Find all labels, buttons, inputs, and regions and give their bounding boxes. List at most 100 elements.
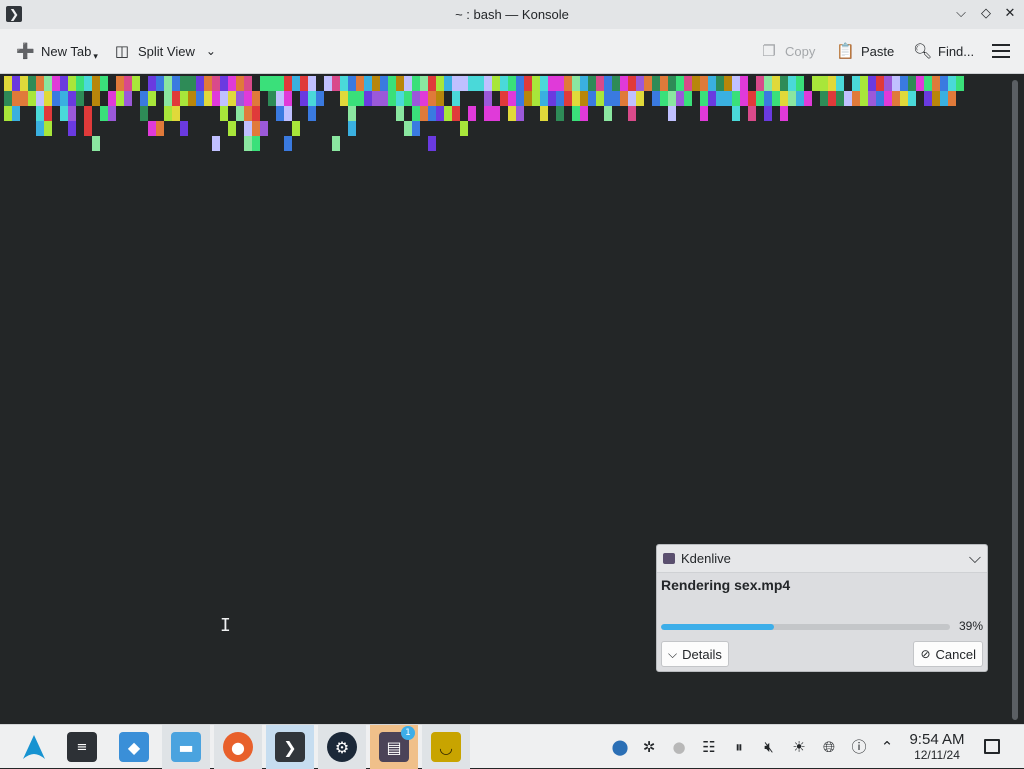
glitch-block bbox=[892, 91, 900, 106]
glitch-block bbox=[636, 91, 644, 106]
taskbar-kdenlive[interactable]: ▤ 1 bbox=[370, 725, 418, 769]
taskbar: ≡ ◆ ▬ ● ❯ ⚙ ▤ 1 ◡ ⬤ ✲ ● ☷ ⏸ 🔇︎ ☀ 🌐︎ ⓘ ⌃ … bbox=[0, 724, 1024, 769]
glitch-block bbox=[180, 121, 188, 136]
updates-icon[interactable]: ⬤ bbox=[610, 737, 630, 757]
glitch-block bbox=[540, 106, 548, 121]
glitch-block bbox=[412, 91, 420, 106]
glitch-block bbox=[428, 106, 436, 121]
find-button[interactable]: 🔍︎ Find... bbox=[913, 39, 974, 63]
details-button[interactable]: ⌵ Details bbox=[661, 641, 729, 667]
glitch-block bbox=[324, 76, 332, 91]
glitch-block bbox=[684, 76, 692, 91]
glitch-block bbox=[212, 91, 220, 106]
taskbar-dolphin[interactable]: ▬ bbox=[162, 725, 210, 769]
taskbar-steam[interactable]: ⚙ bbox=[318, 725, 366, 769]
glitch-block bbox=[508, 76, 516, 91]
glitch-block bbox=[404, 76, 412, 91]
glitch-block bbox=[220, 76, 228, 91]
glitch-block bbox=[444, 76, 452, 91]
glitch-block bbox=[764, 91, 772, 106]
show-desktop-icon[interactable] bbox=[984, 739, 1000, 754]
media-pause-icon[interactable]: ⏸ bbox=[729, 737, 749, 757]
glitch-block bbox=[556, 106, 564, 121]
glitch-block bbox=[836, 76, 844, 91]
glitch-block bbox=[748, 106, 756, 121]
glitch-block bbox=[252, 121, 260, 136]
glitch-block bbox=[244, 76, 252, 91]
glitch-block bbox=[420, 76, 428, 91]
glitch-block bbox=[420, 91, 428, 106]
taskbar-discover[interactable]: ◆ bbox=[110, 725, 158, 769]
settings-sliders-icon: ≡ bbox=[67, 732, 97, 762]
glitch-block bbox=[588, 91, 596, 106]
glitch-block bbox=[788, 76, 796, 91]
cancel-button[interactable]: ⊘ Cancel bbox=[913, 641, 983, 667]
glitch-block bbox=[628, 76, 636, 91]
taskbar-konsole[interactable]: ❯ bbox=[266, 725, 314, 769]
glitch-block bbox=[676, 91, 684, 106]
split-view-button[interactable]: ◫ Split View ⌄ bbox=[113, 39, 216, 63]
glitch-block bbox=[572, 91, 580, 106]
glitch-block bbox=[956, 76, 964, 91]
glitch-block bbox=[292, 121, 300, 136]
glitch-block bbox=[404, 121, 412, 136]
taskbar-system-settings[interactable]: ≡ bbox=[58, 725, 106, 769]
glitch-block bbox=[188, 76, 196, 91]
glitch-block bbox=[452, 106, 460, 121]
glitch-block bbox=[876, 76, 884, 91]
glitch-block bbox=[860, 76, 868, 91]
glitch-block bbox=[52, 91, 60, 106]
expand-tray-icon[interactable]: ⌃ bbox=[877, 737, 897, 757]
minimize-icon[interactable]: ⌵ bbox=[952, 5, 970, 23]
glitch-block bbox=[924, 91, 932, 106]
glitch-block bbox=[356, 91, 364, 106]
application-launcher-button[interactable] bbox=[10, 725, 58, 769]
glitch-block bbox=[68, 106, 76, 121]
copy-button[interactable]: ❐ Copy bbox=[760, 39, 815, 63]
network-share-icon[interactable]: ✲ bbox=[639, 737, 659, 757]
glitch-block bbox=[308, 91, 316, 106]
glitch-block bbox=[164, 106, 172, 121]
glitch-block bbox=[652, 76, 660, 91]
glitch-block bbox=[236, 76, 244, 91]
chevron-down-icon[interactable]: ⌄ bbox=[206, 44, 216, 58]
glitch-block bbox=[508, 91, 516, 106]
glitch-block bbox=[796, 91, 804, 106]
cancel-label: Cancel bbox=[935, 646, 976, 662]
terminal-scrollbar[interactable] bbox=[1012, 80, 1018, 720]
glitch-block bbox=[252, 91, 260, 106]
clipboard-icon[interactable]: ☷ bbox=[699, 737, 719, 757]
glitch-block bbox=[636, 76, 644, 91]
window-titlebar[interactable]: ❯ ~ : bash — Konsole ⌵ ◇ ✕ bbox=[0, 0, 1024, 29]
new-tab-button[interactable]: ➕ New Tab ▾ bbox=[16, 39, 98, 63]
glitch-block bbox=[140, 106, 148, 121]
disc-icon[interactable]: ● bbox=[669, 737, 689, 757]
glitch-block bbox=[764, 76, 772, 91]
paste-button[interactable]: 📋 Paste bbox=[836, 39, 894, 63]
chevron-down-icon[interactable]: ⌵ bbox=[969, 548, 981, 568]
maximize-icon[interactable]: ◇ bbox=[977, 5, 995, 23]
glitch-block bbox=[644, 76, 652, 91]
glitch-block bbox=[12, 106, 20, 121]
volume-muted-icon[interactable]: 🔇︎ bbox=[759, 737, 779, 757]
glitch-block bbox=[668, 106, 676, 121]
glitch-block bbox=[580, 91, 588, 106]
close-icon[interactable]: ✕ bbox=[1001, 5, 1019, 23]
glitch-block bbox=[436, 76, 444, 91]
glitch-block bbox=[724, 91, 732, 106]
glitch-block bbox=[44, 76, 52, 91]
taskbar-firefox[interactable]: ● bbox=[214, 725, 262, 769]
taskbar-banana[interactable]: ◡ bbox=[422, 725, 470, 769]
help-icon[interactable]: ⓘ bbox=[849, 737, 869, 757]
glitch-block bbox=[788, 91, 796, 106]
arch-linux-icon bbox=[23, 735, 45, 759]
globe-network-icon[interactable]: 🌐︎ bbox=[819, 737, 839, 757]
glitch-block bbox=[516, 106, 524, 121]
glitch-block bbox=[740, 76, 748, 91]
digital-clock[interactable]: 9:54 AM 12/11/24 bbox=[902, 731, 972, 763]
brightness-icon[interactable]: ☀ bbox=[789, 737, 809, 757]
glitch-block bbox=[4, 76, 12, 91]
glitch-block bbox=[884, 91, 892, 106]
hamburger-icon[interactable] bbox=[992, 44, 1010, 58]
glitch-block bbox=[660, 76, 668, 91]
